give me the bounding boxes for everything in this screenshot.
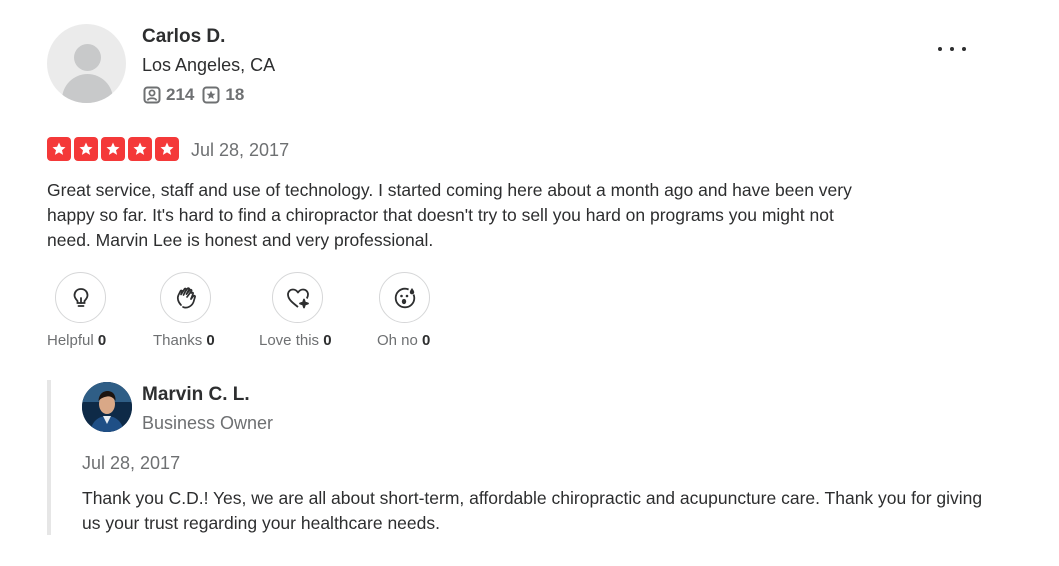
star-icon <box>128 137 152 161</box>
star-icon <box>155 137 179 161</box>
reviewer-stats: 214 18 <box>143 85 252 105</box>
helpful-button[interactable] <box>55 272 106 323</box>
love-this-label: Love this 0 <box>259 332 332 349</box>
clapping-hands-icon <box>176 286 196 308</box>
owner-avatar[interactable] <box>82 382 132 432</box>
owner-photo <box>82 382 132 432</box>
star-icon <box>47 137 71 161</box>
star-rating <box>47 137 179 161</box>
reviewer-location: Los Angeles, CA <box>142 55 276 75</box>
friends-count: 214 <box>166 85 195 104</box>
dot <box>962 47 966 51</box>
love-this-button[interactable] <box>272 272 323 323</box>
love-this-label-text: Love this <box>259 332 320 349</box>
review-date: Jul 28, 2017 <box>191 140 290 160</box>
love-this-count: 0 <box>323 332 332 349</box>
thanks-label: Thanks 0 <box>153 332 215 349</box>
star-icon <box>74 137 98 161</box>
avatar-placeholder-body <box>62 74 113 103</box>
helpful-label-text: Helpful <box>47 332 94 349</box>
reply-divider <box>47 380 51 535</box>
thanks-button[interactable] <box>160 272 211 323</box>
owner-role: Business Owner <box>142 413 274 433</box>
star-icon <box>101 137 125 161</box>
friends-stat: 214 <box>143 85 194 105</box>
reply-text: Thank you C.D.! Yes, we are all about sh… <box>82 488 983 533</box>
reviews-stat: 18 <box>202 85 244 105</box>
oh-no-button[interactable] <box>379 272 430 323</box>
heart-sparkle-icon <box>286 288 309 308</box>
dot <box>950 47 954 51</box>
reply-date: Jul 28, 2017 <box>82 453 181 473</box>
reviewer-name[interactable]: Carlos D. <box>142 26 225 48</box>
surprised-face-icon <box>394 287 415 308</box>
review-text: Great service, staff and use of technolo… <box>47 180 852 250</box>
avatar-placeholder-head <box>74 44 101 71</box>
friends-icon <box>143 86 161 104</box>
lightbulb-icon <box>73 287 88 307</box>
owner-name[interactable]: Marvin C. L. <box>142 384 250 406</box>
helpful-label: Helpful 0 <box>47 332 106 349</box>
review-star-icon <box>202 86 220 104</box>
more-options-button[interactable] <box>936 38 968 60</box>
thanks-label-text: Thanks <box>153 332 203 349</box>
thanks-count: 0 <box>206 332 215 349</box>
dot <box>938 47 942 51</box>
oh-no-count: 0 <box>422 332 431 349</box>
oh-no-label-text: Oh no <box>377 332 418 349</box>
helpful-count: 0 <box>97 332 107 349</box>
oh-no-label: Oh no 0 <box>377 332 430 349</box>
reviews-count: 18 <box>225 85 245 104</box>
reviewer-avatar[interactable] <box>47 24 126 103</box>
